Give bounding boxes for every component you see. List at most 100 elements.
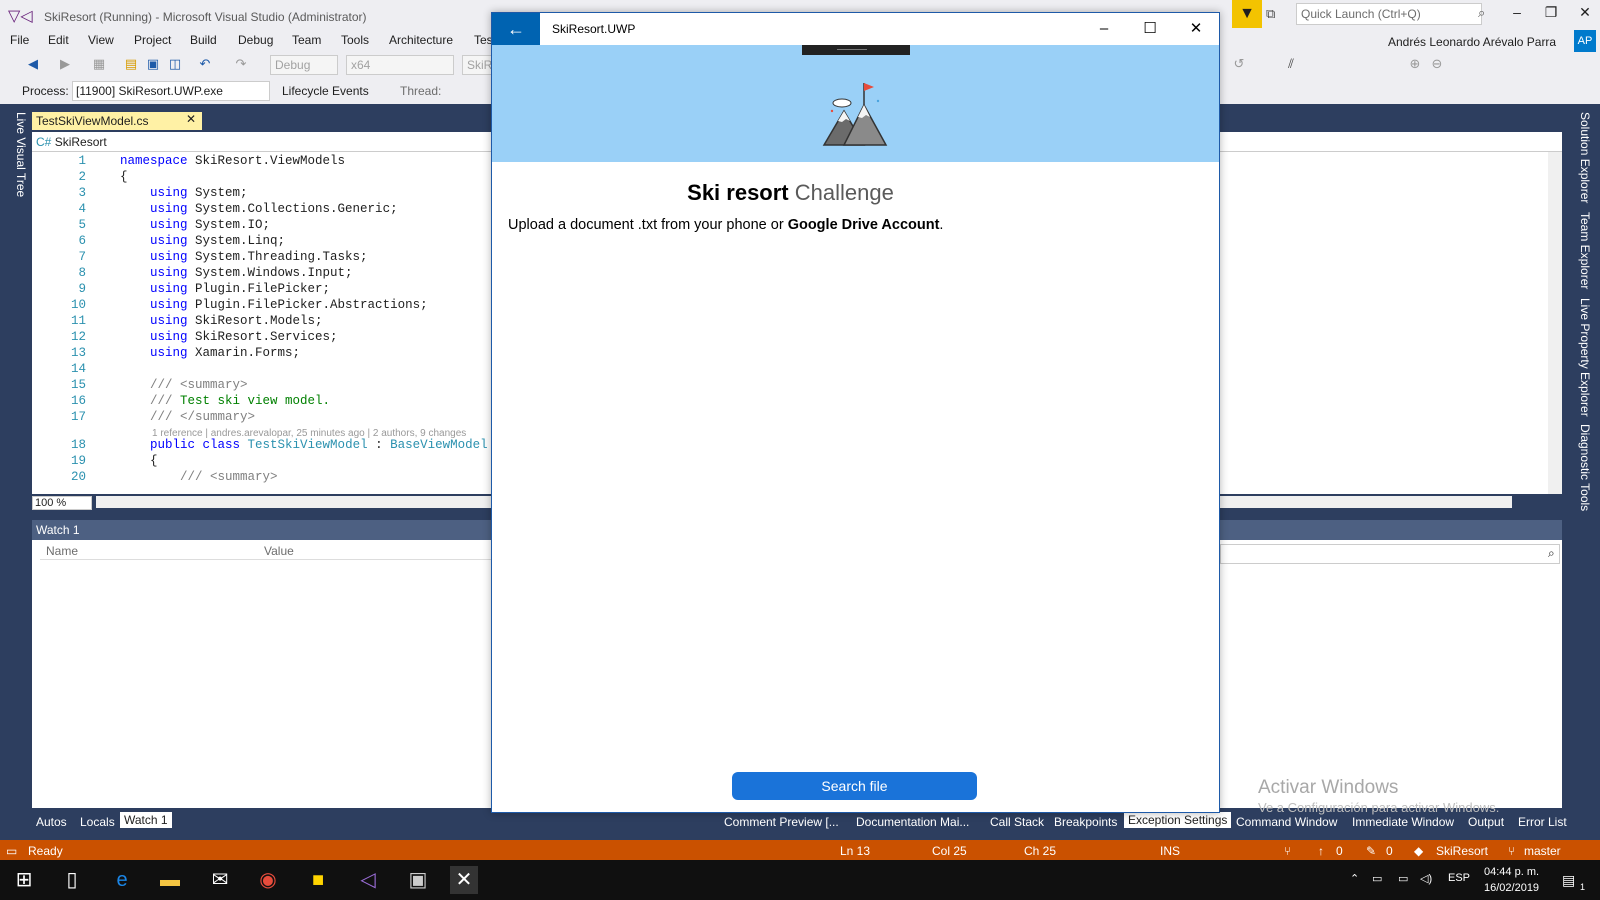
platform-select[interactable]: x64 <box>346 55 454 75</box>
filter-icon[interactable]: ▼ <box>1232 0 1262 28</box>
user-name[interactable]: Andrés Leonardo Arévalo Parra <box>1388 35 1556 49</box>
menu-test[interactable]: Tes <box>474 33 493 47</box>
search-file-button[interactable]: Search file <box>732 772 977 800</box>
mail-icon[interactable]: ✉ <box>206 866 234 894</box>
tab-call-stack[interactable]: Call Stack <box>990 815 1044 829</box>
startup-project-select[interactable]: SkiRe <box>462 55 499 75</box>
tab-immediate-window[interactable]: Immediate Window <box>1352 815 1454 829</box>
repo-icon[interactable]: ◆ <box>1414 844 1423 858</box>
task-view-icon[interactable]: ▯ <box>58 866 86 894</box>
open-file-icon[interactable]: ▤ <box>122 56 140 74</box>
menu-team[interactable]: Team <box>292 33 321 47</box>
document-tab[interactable]: TestSkiViewModel.cs <box>32 112 202 130</box>
chevron-up-icon[interactable]: ⌃ <box>1350 872 1359 885</box>
avatar[interactable]: AP <box>1574 30 1596 52</box>
pending-up-count[interactable]: 0 <box>1336 844 1343 858</box>
tab-error-list[interactable]: Error List <box>1518 815 1567 829</box>
menu-project[interactable]: Project <box>134 33 171 47</box>
zoom-in-icon[interactable]: ⊕ <box>1406 56 1424 74</box>
tab-autos[interactable]: Autos <box>36 815 67 829</box>
tab-comment-preview[interactable]: Comment Preview [... <box>724 815 839 829</box>
sticky-notes-icon[interactable]: ■ <box>304 866 332 894</box>
code-token: { <box>120 170 128 184</box>
feedback-icon[interactable]: ⧉ <box>1266 6 1288 24</box>
visual-studio-taskbar-icon[interactable]: ◁ <box>354 866 382 894</box>
menu-debug[interactable]: Debug <box>238 33 273 47</box>
notification-icon[interactable]: ▤ <box>1562 872 1575 889</box>
menu-tools[interactable]: Tools <box>341 33 369 47</box>
app-title-light: Challenge <box>794 180 894 205</box>
repo-name[interactable]: SkiResort <box>1436 844 1488 858</box>
new-project-icon[interactable]: ▦ <box>90 56 108 74</box>
undo-icon[interactable]: ↶ <box>196 56 214 74</box>
up-arrow-icon[interactable]: ↑ <box>1318 844 1324 858</box>
code-token: using <box>150 282 188 296</box>
clock-date[interactable]: 16/02/2019 <box>1484 882 1539 894</box>
back-icon[interactable]: ◀ <box>24 56 42 74</box>
menu-edit[interactable]: Edit <box>48 33 69 47</box>
tab-documentation-maintenance[interactable]: Documentation Mai... <box>856 815 969 829</box>
live-visual-tree-tab[interactable]: Live Visual Tree <box>8 112 28 202</box>
menu-architecture[interactable]: Architecture <box>389 33 453 47</box>
back-arrow-icon[interactable]: ← <box>492 13 540 45</box>
tab-watch-1[interactable]: Watch 1 <box>120 812 172 828</box>
solution-explorer-tab[interactable]: Solution Explorer <box>1572 112 1592 203</box>
lifecycle-events-button[interactable]: Lifecycle Events <box>282 84 369 98</box>
configuration-select[interactable]: Debug <box>270 55 338 75</box>
zoom-out-icon[interactable]: ⊖ <box>1428 56 1446 74</box>
redo-icon[interactable]: ↷ <box>232 56 250 74</box>
notification-count[interactable]: 1 <box>1580 882 1585 892</box>
menu-view[interactable]: View <box>88 33 114 47</box>
live-property-explorer-tab[interactable]: Live Property Explorer <box>1572 298 1592 417</box>
vertical-scrollbar[interactable] <box>1548 152 1562 494</box>
activate-windows-watermark: Activar Windows <box>1258 777 1399 798</box>
close-icon[interactable]: ✕ <box>1572 4 1598 24</box>
pending-edits-count[interactable]: 0 <box>1386 844 1393 858</box>
comment-icon[interactable]: ⫽ <box>1282 56 1300 74</box>
pencil-icon[interactable]: ✎ <box>1366 844 1376 858</box>
branch-name[interactable]: master <box>1524 844 1561 858</box>
save-icon[interactable]: ▣ <box>144 56 162 74</box>
minimize-icon[interactable]: – <box>1081 17 1127 41</box>
clock-time[interactable]: 04:44 p. m. <box>1484 866 1539 878</box>
tab-breakpoints[interactable]: Breakpoints <box>1054 815 1117 829</box>
step-back-icon[interactable]: ↺ <box>1230 56 1248 74</box>
process-select[interactable]: [11900] SkiResort.UWP.exe <box>72 81 270 101</box>
maximize-icon[interactable]: ☐ <box>1127 17 1173 41</box>
restore-icon[interactable]: ❐ <box>1538 4 1564 24</box>
tab-output[interactable]: Output <box>1468 815 1504 829</box>
line-number: 9 <box>78 282 86 296</box>
watch-search-input[interactable] <box>1220 544 1560 564</box>
close-icon[interactable]: ✕ <box>1173 17 1219 41</box>
close-icon[interactable]: ✕ <box>186 112 196 126</box>
start-icon[interactable]: ⊞ <box>10 866 38 894</box>
diagnostic-tools-tab[interactable]: Diagnostic Tools <box>1572 424 1592 511</box>
minimize-icon[interactable]: – <box>1504 4 1530 24</box>
team-explorer-tab[interactable]: Team Explorer <box>1572 212 1592 289</box>
forward-icon[interactable]: ▶ <box>56 56 74 74</box>
menu-file[interactable]: File <box>10 33 29 47</box>
xamarin-icon[interactable]: ✕ <box>450 866 478 894</box>
quick-launch-input[interactable]: Quick Launch (Ctrl+Q) <box>1296 3 1482 25</box>
zoom-select[interactable]: 100 % <box>32 496 92 510</box>
save-all-icon[interactable]: ◫ <box>166 56 184 74</box>
search-icon[interactable]: ⌕ <box>1548 546 1555 561</box>
edge-icon[interactable]: e <box>108 866 136 894</box>
tab-command-window[interactable]: Command Window <box>1236 815 1337 829</box>
search-icon[interactable]: ⌕ <box>1478 5 1485 21</box>
volume-icon[interactable]: ◁) <box>1420 872 1432 885</box>
pull-request-icon[interactable]: ⑂ <box>1284 844 1291 858</box>
chrome-icon[interactable]: ◉ <box>254 866 282 894</box>
language-indicator[interactable]: ESP <box>1448 872 1470 884</box>
battery-icon[interactable]: ▭ <box>1372 872 1382 885</box>
menu-build[interactable]: Build <box>190 33 217 47</box>
app-taskbar-icon[interactable]: ▣ <box>404 866 432 894</box>
tab-exception-settings[interactable]: Exception Settings <box>1124 812 1232 828</box>
tab-locals[interactable]: Locals <box>80 815 115 829</box>
code-token: System.Collections.Generic; <box>187 202 398 216</box>
network-icon[interactable]: ▭ <box>1398 872 1408 885</box>
file-explorer-icon[interactable]: ▬ <box>156 866 184 894</box>
branch-icon[interactable]: ⑂ <box>1508 844 1515 858</box>
